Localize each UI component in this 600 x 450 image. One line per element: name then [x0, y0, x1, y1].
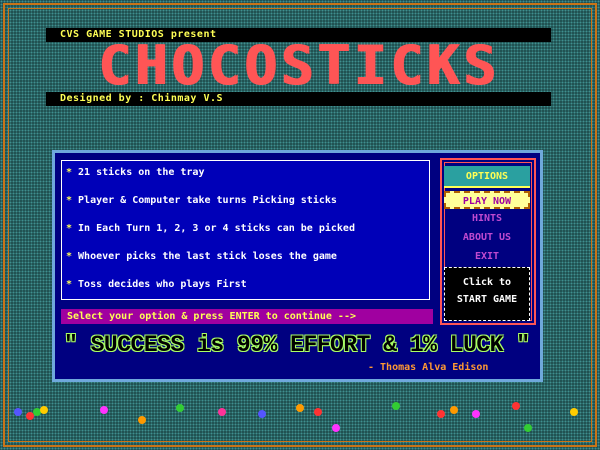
rule-item: * Player & Computer take turns Picking st…	[66, 195, 337, 206]
light-dot	[218, 408, 226, 416]
bullet-icon: *	[66, 167, 73, 178]
continue-prompt: Select your option & press ENTER to cont…	[61, 309, 433, 324]
light-dot	[512, 402, 520, 410]
light-dot	[14, 408, 22, 416]
rule-item: * Toss decides who plays First	[66, 279, 247, 290]
quote-author: - Thomas Alva Edison	[368, 362, 489, 373]
light-dot	[450, 406, 458, 414]
rule-text: Whoever picks the last stick loses the g…	[78, 251, 337, 262]
rule-item: * In Each Turn 1, 2, 3 or 4 sticks can be…	[66, 223, 355, 234]
light-dot	[296, 404, 304, 412]
rule-text: In Each Turn 1, 2, 3 or 4 sticks can be …	[78, 223, 355, 234]
start-line-2: START GAME	[456, 294, 518, 305]
rule-item: * Whoever picks the last stick loses the …	[66, 251, 337, 262]
light-dot	[138, 416, 146, 424]
start-game-button[interactable]: Click to START GAME	[444, 267, 530, 321]
quote-text: " SUCCESS is 99% EFFORT & 1% LUCK "	[64, 332, 530, 358]
hints-menu-item[interactable]: HINTS	[444, 210, 530, 228]
light-dot	[472, 410, 480, 418]
rule-item: * 21 sticks on the tray	[66, 167, 204, 178]
light-dot	[570, 408, 578, 416]
light-dot	[524, 424, 532, 432]
bullet-icon: *	[66, 279, 73, 290]
about-us-menu-item[interactable]: ABOUT US	[444, 229, 530, 247]
light-dot	[176, 404, 184, 412]
light-dot	[258, 410, 266, 418]
rule-text: Toss decides who plays First	[78, 279, 247, 290]
play-now-button[interactable]: PLAY NOW	[444, 191, 530, 209]
light-dot	[437, 410, 445, 418]
light-dot	[100, 406, 108, 414]
game-title: CHOCOSTICKS	[97, 34, 500, 97]
designer-credit: Designed by : Chinmay V.S	[46, 92, 551, 106]
light-dot	[332, 424, 340, 432]
rule-text: Player & Computer take turns Picking sti…	[78, 195, 337, 206]
light-dot	[314, 408, 322, 416]
exit-menu-item[interactable]: EXIT	[444, 248, 530, 266]
bullet-icon: *	[66, 251, 73, 262]
options-button[interactable]: OPTIONS	[444, 166, 530, 188]
bullet-icon: *	[66, 223, 73, 234]
decorative-lights	[0, 398, 600, 438]
rules-box: * 21 sticks on the tray * Player & Compute…	[61, 160, 430, 300]
start-line-1: Click to	[462, 277, 512, 288]
light-dot	[40, 406, 48, 414]
bullet-icon: *	[66, 195, 73, 206]
light-dot	[392, 402, 400, 410]
rule-text: 21 sticks on the tray	[78, 167, 205, 178]
